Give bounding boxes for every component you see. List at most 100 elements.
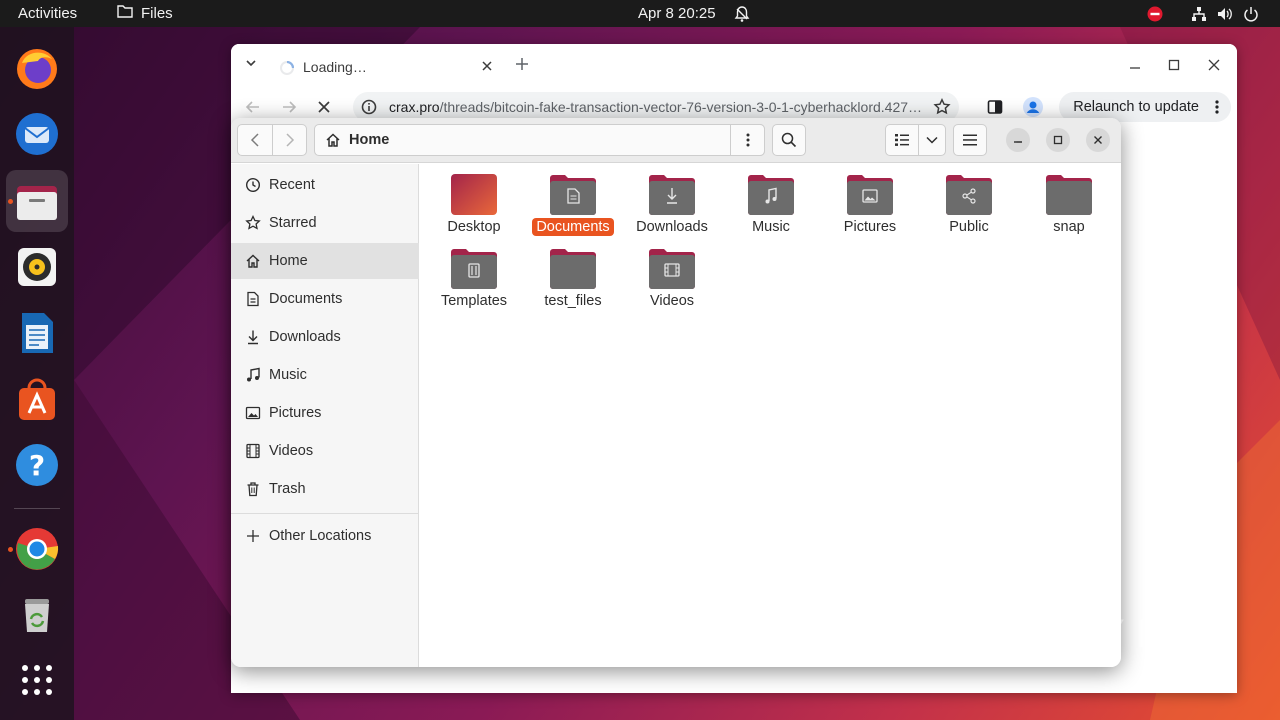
main-menu-button[interactable] bbox=[953, 124, 987, 156]
view-toggle-button[interactable] bbox=[885, 124, 919, 156]
sidebar-item-music[interactable]: Music bbox=[231, 357, 419, 393]
folder-item-snap[interactable]: snap bbox=[1022, 164, 1116, 235]
folder-item-public[interactable]: Public bbox=[922, 164, 1016, 235]
sidebar-item-documents[interactable]: Documents bbox=[231, 281, 419, 317]
dock-trash[interactable] bbox=[6, 584, 68, 646]
clock[interactable]: Apr 8 20:25 bbox=[638, 0, 716, 27]
dock-thunderbird[interactable] bbox=[6, 103, 68, 165]
network-icon bbox=[1188, 0, 1210, 27]
sidebar-item-label: Trash bbox=[269, 481, 306, 497]
side-panel-icon[interactable] bbox=[987, 99, 1003, 120]
sidebar-item-trash[interactable]: Trash bbox=[231, 471, 419, 507]
sidebar-item-label: Pictures bbox=[269, 405, 322, 421]
folder-name: snap bbox=[1053, 219, 1085, 235]
folder-item-pictures[interactable]: Pictures bbox=[823, 164, 917, 235]
clock-text: Apr 8 20:25 bbox=[638, 5, 716, 22]
location-bar[interactable]: Home bbox=[314, 124, 765, 156]
tab-title: Loading… bbox=[303, 59, 367, 75]
home-icon bbox=[325, 132, 341, 148]
folder-item-templates[interactable]: Templates bbox=[427, 238, 521, 309]
dock-firefox[interactable] bbox=[6, 37, 68, 99]
system-tray[interactable] bbox=[1144, 0, 1280, 27]
relaunch-label: Relaunch to update bbox=[1073, 99, 1199, 115]
current-location: Home bbox=[349, 132, 390, 148]
new-tab-icon[interactable] bbox=[515, 57, 529, 76]
folder-item-test-files[interactable]: test_files bbox=[526, 238, 620, 309]
bell-icon[interactable] bbox=[734, 0, 750, 27]
folder-name: Music bbox=[752, 219, 790, 235]
sidebar-item-downloads[interactable]: Downloads bbox=[231, 319, 419, 355]
power-icon bbox=[1240, 0, 1262, 27]
browser-tab[interactable]: Loading… bbox=[271, 50, 501, 84]
anyrun-watermark: ANY RUN bbox=[1038, 612, 1227, 657]
folder-item-documents[interactable]: Documents bbox=[526, 164, 620, 236]
chevron-right-icon bbox=[285, 133, 294, 147]
loading-spinner-icon bbox=[279, 60, 295, 81]
sidebar-item-recent[interactable]: Recent bbox=[231, 167, 419, 203]
top-bar: Activities Files Apr 8 20:25 bbox=[0, 0, 1280, 27]
folder-item-downloads[interactable]: Downloads bbox=[625, 164, 719, 235]
url-text: crax.pro/threads/bitcoin-fake-transactio… bbox=[389, 99, 929, 115]
sidebar-item-label: Starred bbox=[269, 215, 317, 231]
sidebar-item-label: Other Locations bbox=[269, 528, 372, 544]
back-button[interactable] bbox=[237, 124, 273, 156]
site-info-icon[interactable] bbox=[361, 99, 377, 120]
app-center-icon bbox=[19, 378, 55, 420]
volume-icon bbox=[1214, 0, 1236, 27]
document-icon bbox=[245, 291, 261, 307]
folder-item-music[interactable]: Music bbox=[724, 164, 818, 235]
video-icon bbox=[245, 443, 261, 459]
minimize-button[interactable] bbox=[1006, 128, 1030, 152]
help-icon: ? bbox=[16, 444, 58, 486]
sidebar-item-starred[interactable]: Starred bbox=[231, 205, 419, 241]
close-window-icon[interactable] bbox=[1208, 58, 1220, 76]
thunderbird-icon bbox=[16, 113, 58, 155]
hamburger-icon bbox=[963, 134, 977, 146]
close-tab-icon[interactable] bbox=[481, 59, 493, 77]
folder-name: Documents bbox=[526, 218, 620, 236]
activities-button[interactable]: Activities bbox=[18, 0, 77, 27]
app-menu[interactable]: Files bbox=[117, 0, 173, 27]
forward-icon[interactable] bbox=[281, 99, 297, 120]
sidebar-item-label: Downloads bbox=[269, 329, 341, 345]
sidebar-item-home[interactable]: Home bbox=[231, 243, 419, 279]
folder-icon bbox=[117, 0, 133, 27]
search-button[interactable] bbox=[772, 124, 806, 156]
desktop-folder-icon bbox=[451, 174, 497, 215]
dock-files[interactable] bbox=[6, 170, 68, 232]
dock-chrome[interactable] bbox=[6, 518, 68, 580]
minimize-icon[interactable] bbox=[1129, 58, 1141, 76]
tab-search-icon[interactable] bbox=[245, 56, 257, 74]
running-indicator bbox=[8, 547, 13, 552]
dock-rhythmbox[interactable] bbox=[6, 236, 68, 298]
stop-loading-icon[interactable] bbox=[317, 100, 331, 119]
folder-item-desktop[interactable]: Desktop bbox=[427, 164, 521, 235]
app-name: Files bbox=[141, 5, 173, 22]
back-icon[interactable] bbox=[245, 99, 261, 120]
sidebar-item-pictures[interactable]: Pictures bbox=[231, 395, 419, 431]
show-apps-button[interactable] bbox=[6, 649, 68, 711]
maximize-icon[interactable] bbox=[1168, 58, 1180, 76]
chrome-menu-icon[interactable] bbox=[1215, 100, 1219, 118]
forward-button[interactable] bbox=[272, 124, 307, 156]
maximize-button[interactable] bbox=[1046, 128, 1070, 152]
music-folder-icon bbox=[748, 175, 794, 215]
dock-help[interactable]: ? bbox=[6, 434, 68, 496]
dock-writer[interactable] bbox=[6, 302, 68, 364]
sidebar-item-other-locations[interactable]: Other Locations bbox=[231, 518, 419, 554]
kebab-menu-icon bbox=[746, 133, 749, 147]
sidebar-item-videos[interactable]: Videos bbox=[231, 433, 419, 469]
close-button[interactable] bbox=[1086, 128, 1110, 152]
sidebar-item-label: Music bbox=[269, 367, 307, 383]
location-menu-button[interactable] bbox=[730, 124, 765, 156]
url-host: crax.pro bbox=[389, 99, 440, 115]
templates-folder-icon bbox=[451, 249, 497, 289]
do-not-disturb-icon bbox=[1144, 0, 1166, 27]
folder-item-videos[interactable]: Videos bbox=[625, 238, 719, 309]
folder-name: test_files bbox=[544, 293, 602, 309]
trash-icon bbox=[25, 599, 49, 632]
folder-name: Videos bbox=[649, 293, 695, 309]
view-options-button[interactable] bbox=[918, 124, 946, 156]
dock-app-center[interactable] bbox=[6, 368, 68, 430]
download-icon bbox=[245, 329, 261, 345]
